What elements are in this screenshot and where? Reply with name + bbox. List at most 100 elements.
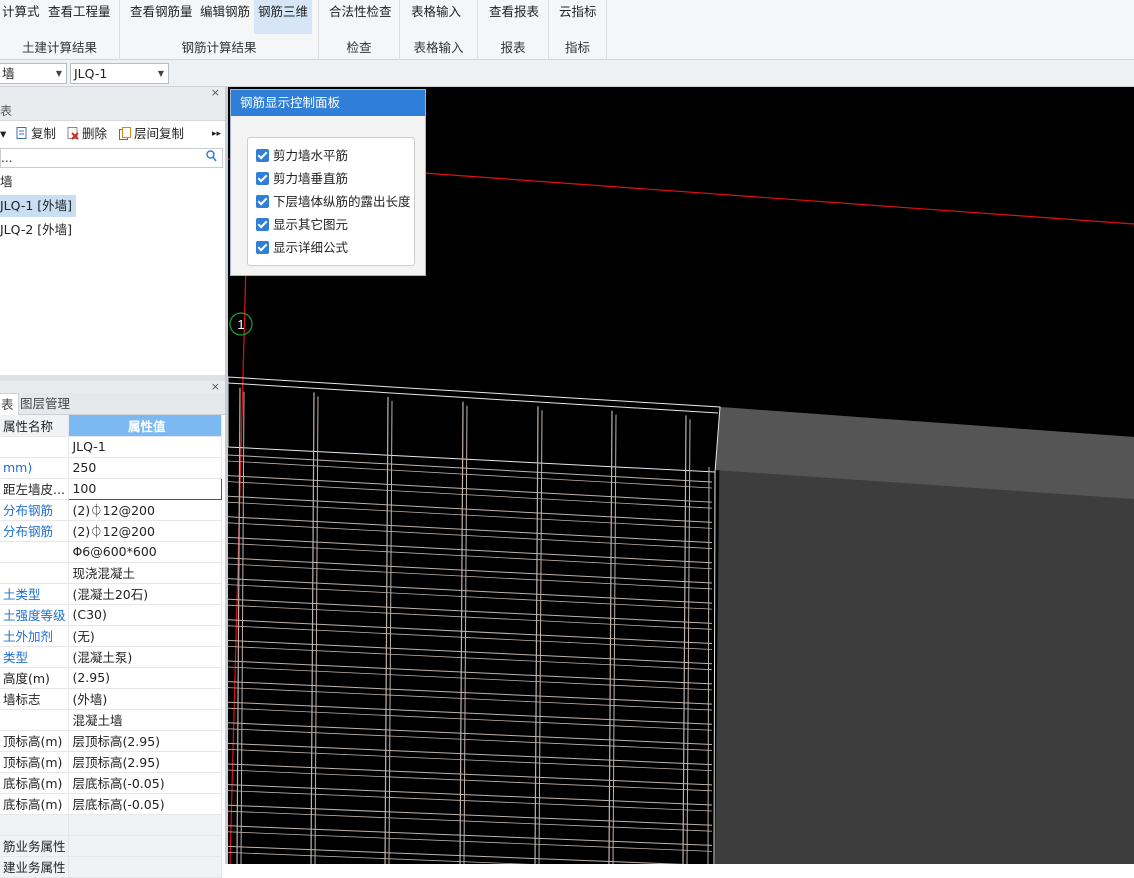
property-value[interactable]: (混凝土泵) — [68, 646, 222, 668]
floor-copy-label: 层间复制 — [134, 126, 185, 141]
edit-rebar-button[interactable]: 编辑钢筋 — [198, 0, 252, 34]
property-row[interactable]: 土类型 (混凝土20石) — [0, 583, 222, 605]
ribbon-group-table-input: 表格输入 表格输入 — [400, 0, 478, 60]
horizontal-rebar-inner — [228, 563, 713, 590]
option-label: 下层墙体纵筋的露出长度 — [273, 194, 411, 209]
property-value[interactable]: (2)⏀12@200 — [68, 499, 222, 521]
vertical-rebar — [310, 392, 315, 864]
ribbon-group-check: 合法性检查 检查 — [319, 0, 400, 60]
property-row[interactable]: 分布钢筋 (2)⏀12@200 — [0, 520, 222, 542]
validity-check-button[interactable]: 合法性检查 — [327, 0, 394, 34]
wall-end-edge — [713, 471, 716, 864]
property-row[interactable] — [0, 814, 222, 836]
rebar-3d-button[interactable]: 钢筋三维 — [254, 0, 313, 34]
property-value[interactable]: 层底标高(-0.05) — [68, 772, 222, 794]
vertical-rebar — [682, 415, 687, 864]
tree-item-wall[interactable]: 墙 — [0, 171, 17, 193]
view-quantity-button[interactable]: 查看工程量 — [46, 0, 113, 34]
dropdown-arrow-icon[interactable]: ▾ — [0, 123, 6, 145]
element-name-select[interactable]: JLQ-1 ▼ — [70, 63, 169, 84]
tree-item-jlq-2[interactable]: JLQ-2 [外墙] — [0, 219, 76, 241]
view-report-button[interactable]: 查看报表 — [487, 0, 541, 34]
horizontal-rebar — [228, 660, 713, 685]
property-name — [0, 436, 70, 458]
tree-item-jlq-1[interactable]: JLQ-1 [外墙] — [0, 195, 77, 217]
property-row[interactable]: 顶标高(m) 层顶标高(2.95) — [0, 751, 222, 773]
tab-layer-management[interactable]: 图层管理 — [16, 393, 74, 415]
checkbox-checked-icon[interactable] — [256, 218, 269, 231]
table-input-button[interactable]: 表格输入 — [409, 0, 463, 34]
rebar-display-control-panel: 钢筋显示控制面板 剪力墙水平筋 剪力墙垂直筋 下层墙体纵筋的露出长度 显示其它图… — [230, 89, 426, 276]
property-value[interactable]: 100 — [68, 477, 222, 500]
property-value[interactable]: (无) — [68, 625, 222, 647]
formula-button[interactable]: 计算式 — [0, 0, 42, 34]
element-type-select[interactable]: 墙 ▼ — [0, 63, 67, 84]
property-name: 底标高(m) — [0, 772, 70, 794]
property-value[interactable]: (C30) — [68, 604, 222, 626]
close-icon[interactable]: × — [211, 380, 220, 393]
property-name: mm) — [0, 457, 70, 479]
property-value[interactable] — [68, 856, 222, 878]
checkbox-checked-icon[interactable] — [256, 241, 269, 254]
copy-button[interactable]: 复制 — [16, 123, 56, 145]
property-value[interactable]: 现浇混凝土 — [68, 562, 222, 584]
checkbox-checked-icon[interactable] — [256, 195, 269, 208]
horizontal-rebar — [228, 681, 713, 705]
property-row[interactable]: 类型 (混凝土泵) — [0, 646, 222, 668]
property-tabs: 表 图层管理 — [0, 393, 225, 415]
property-row[interactable]: 建业务属性 — [0, 856, 222, 878]
property-row[interactable]: 底标高(m) 层底标高(-0.05) — [0, 772, 222, 794]
horizontal-rebar-inner — [228, 584, 713, 610]
checkbox-checked-icon[interactable] — [256, 172, 269, 185]
property-value[interactable]: (混凝土20石) — [68, 583, 222, 605]
option-show-detailed-formula[interactable]: 显示详细公式 — [256, 239, 348, 257]
property-row[interactable]: 分布钢筋 (2)⏀12@200 — [0, 499, 222, 521]
property-value[interactable]: (外墙) — [68, 688, 222, 710]
property-row[interactable]: 土外加剂 (无) — [0, 625, 222, 647]
property-row[interactable]: 顶标高(m) 层顶标高(2.95) — [0, 730, 222, 752]
property-row[interactable]: 高度(m) (2.95) — [0, 667, 222, 689]
property-row[interactable]: 土强度等级 (C30) — [0, 604, 222, 626]
delete-button[interactable]: 删除 — [67, 123, 107, 145]
property-name: 高度(m) — [0, 667, 70, 689]
property-row[interactable]: JLQ-1 — [0, 436, 222, 458]
property-row[interactable]: 筋业务属性 — [0, 835, 222, 857]
property-value[interactable]: 层底标高(-0.05) — [68, 793, 222, 815]
property-row[interactable]: mm) 250 — [0, 457, 222, 479]
element-type-value: 墙 — [2, 66, 15, 81]
property-row[interactable]: 底标高(m) 层底标高(-0.05) — [0, 793, 222, 815]
floor-copy-button[interactable]: 层间复制 — [119, 123, 184, 145]
vertical-rebar-inner — [686, 419, 691, 864]
tree-search-input[interactable]: ... — [0, 148, 223, 168]
property-value[interactable]: 混凝土墙 — [68, 709, 222, 731]
property-value[interactable] — [68, 814, 222, 836]
search-icon[interactable] — [206, 149, 217, 167]
property-row[interactable]: 墙标志 (外墙) — [0, 688, 222, 710]
horizontal-rebar — [228, 742, 713, 766]
wall-top-outline — [228, 376, 721, 473]
horizontal-rebar — [228, 495, 713, 523]
property-row[interactable]: Φ6@600*600 — [0, 541, 222, 563]
property-row[interactable]: 现浇混凝土 — [0, 562, 222, 584]
property-row[interactable]: 混凝土墙 — [0, 709, 222, 731]
property-value[interactable]: 250 — [68, 457, 222, 479]
property-value[interactable]: JLQ-1 — [68, 436, 222, 458]
view-rebar-quantity-button[interactable]: 查看钢筋量 — [128, 0, 195, 34]
option-show-other-elements[interactable]: 显示其它图元 — [256, 216, 348, 234]
close-icon[interactable]: × — [211, 86, 220, 99]
axis-label: 1 — [237, 317, 244, 332]
property-value[interactable]: Φ6@600*600 — [68, 541, 222, 563]
cloud-index-button[interactable]: 云指标 — [557, 0, 599, 34]
checkbox-checked-icon[interactable] — [256, 149, 269, 162]
more-tools-icon[interactable]: ▸▸ — [212, 123, 221, 145]
property-value[interactable]: (2.95) — [68, 667, 222, 689]
property-value[interactable]: (2)⏀12@200 — [68, 520, 222, 542]
property-value[interactable]: 层顶标高(2.95) — [68, 751, 222, 773]
option-lower-wall-rebar-exposure[interactable]: 下层墙体纵筋的露出长度 — [256, 193, 411, 211]
option-wall-vertical-rebar[interactable]: 剪力墙垂直筋 — [256, 170, 348, 188]
property-row[interactable]: 距左墙皮... 100 — [0, 477, 222, 500]
property-value[interactable]: 层顶标高(2.95) — [68, 730, 222, 752]
column-header-value: 属性值 — [68, 415, 222, 437]
option-wall-horizontal-rebar[interactable]: 剪力墙水平筋 — [256, 147, 348, 165]
property-value[interactable] — [68, 835, 222, 857]
